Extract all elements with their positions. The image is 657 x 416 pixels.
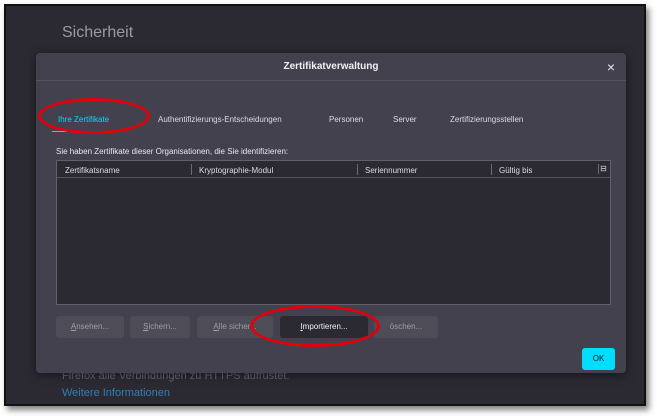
dialog-header: Zertifikatverwaltung × — [36, 53, 626, 81]
certificate-manager-dialog: Zertifikatverwaltung × Ihre Zertifikate … — [36, 53, 626, 373]
column-picker-icon[interactable]: ⊟ — [598, 164, 608, 174]
tab-people[interactable]: Personen — [329, 115, 363, 124]
column-header-serial[interactable]: Seriennummer — [365, 166, 417, 175]
view-button[interactable]: Ansehen... — [56, 316, 124, 338]
column-separator[interactable] — [191, 164, 192, 175]
backup-all-button-label: lle sicher... — [218, 322, 257, 331]
close-icon[interactable]: × — [602, 58, 620, 76]
tab-authentication-decisions[interactable]: Authentifizierungs-Entscheidungen — [158, 115, 282, 124]
more-info-link[interactable]: Weitere Informationen — [62, 387, 170, 399]
tab-servers[interactable]: Server — [393, 115, 417, 124]
tab-authorities[interactable]: Zertifizierungsstellen — [450, 115, 523, 124]
backup-button-label: ichern... — [148, 322, 177, 331]
screenshot-frame: Sicherheit Firefox alle Verbindungen zu … — [4, 4, 646, 406]
import-button-label: mportieren... — [302, 322, 348, 331]
table-header: Zertifikatsname Kryptographie-Modul Seri… — [57, 161, 610, 178]
delete-button[interactable]: öschen... — [374, 316, 438, 338]
column-header-module[interactable]: Kryptographie-Modul — [199, 166, 273, 175]
ok-button[interactable]: OK — [582, 348, 615, 370]
column-header-name[interactable]: Zertifikatsname — [65, 166, 120, 175]
backup-button[interactable]: Sichern... — [130, 316, 190, 338]
delete-button-label: öschen... — [389, 322, 423, 331]
backup-all-button[interactable]: Alle sicher... — [197, 316, 273, 338]
column-separator[interactable] — [357, 164, 358, 175]
active-tab-indicator — [52, 131, 110, 132]
view-button-label: nsehen... — [76, 322, 110, 331]
dialog-title: Zertifikatverwaltung — [283, 61, 379, 72]
certificate-table[interactable]: Zertifikatsname Kryptographie-Modul Seri… — [56, 160, 611, 305]
tab-your-certificates[interactable]: Ihre Zertifikate — [58, 115, 109, 124]
table-description: Sie haben Zertifikate dieser Organisatio… — [56, 147, 289, 156]
column-header-valid-until[interactable]: Gültig bis — [499, 166, 532, 175]
column-separator[interactable] — [491, 164, 492, 175]
import-button[interactable]: Importieren... — [280, 316, 368, 338]
settings-section-title: Sicherheit — [62, 24, 134, 41]
